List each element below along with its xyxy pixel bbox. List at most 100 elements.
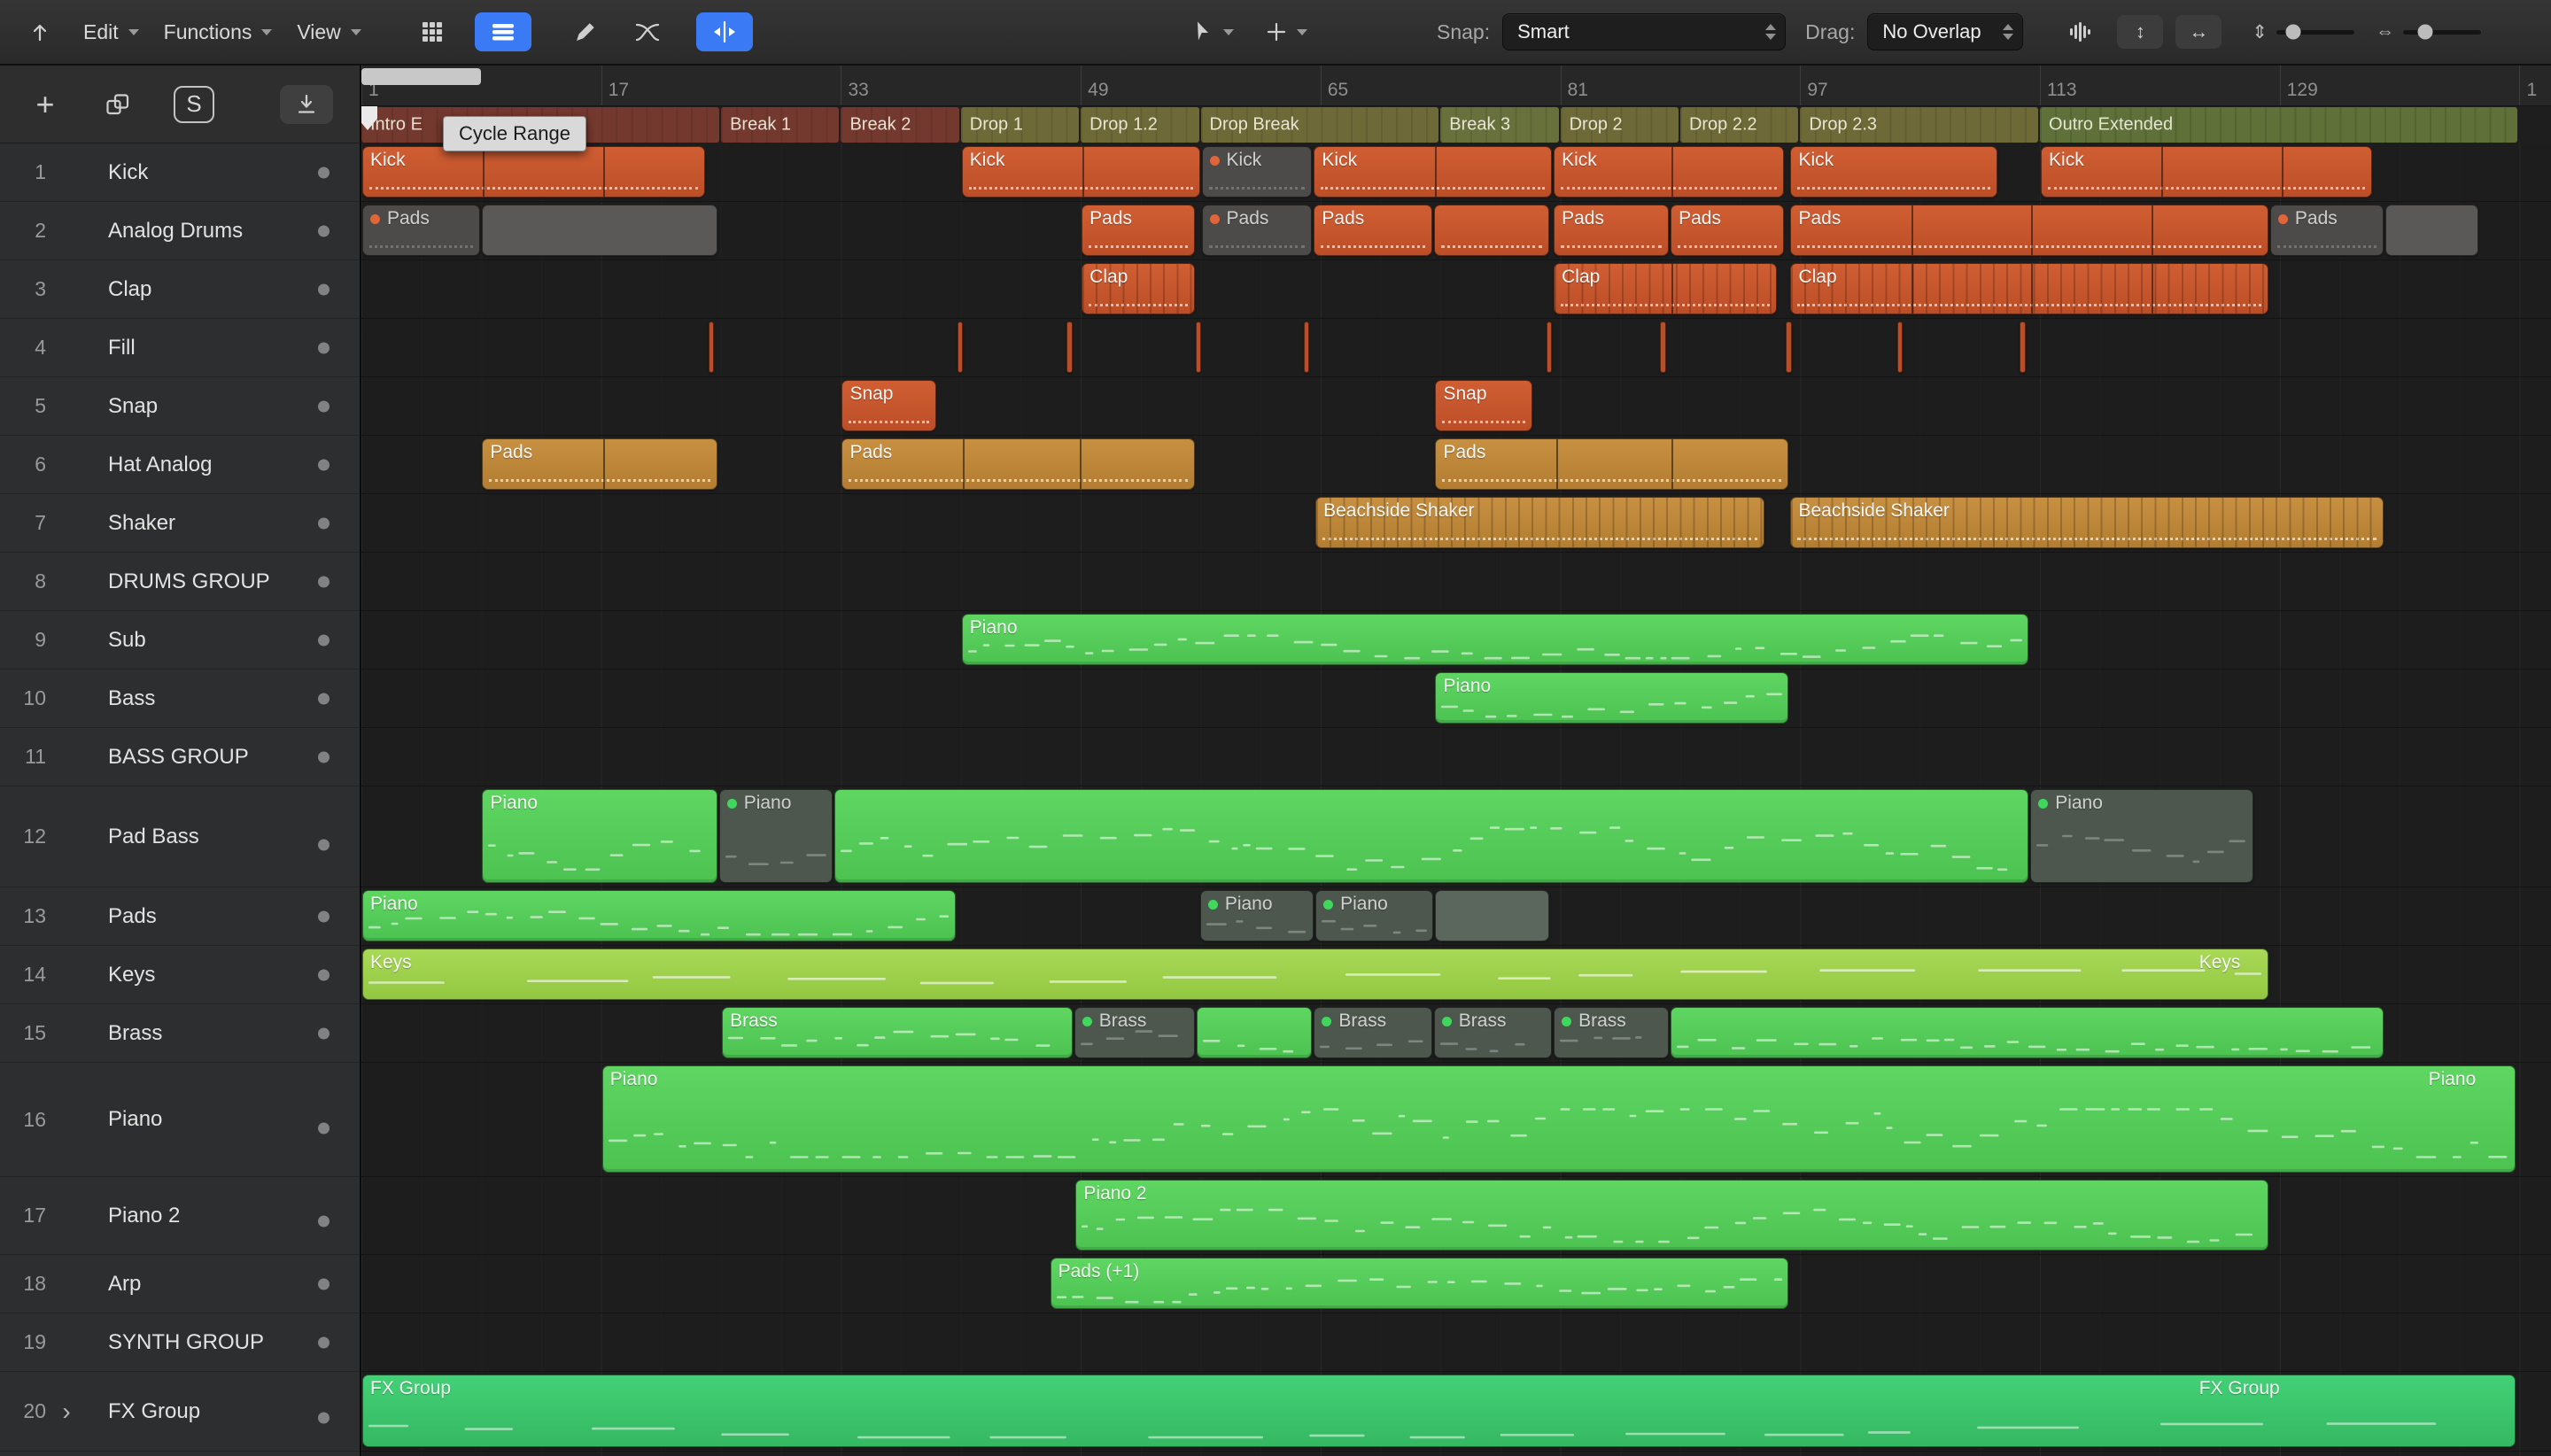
- region-piano[interactable]: Piano Piano: [601, 1065, 2516, 1173]
- collapse-tracks-button[interactable]: [280, 84, 333, 124]
- region-pads-1-[interactable]: Pads (+1): [1050, 1258, 1789, 1309]
- arrangement-marker[interactable]: Break 2: [841, 107, 959, 143]
- region-kick[interactable]: Kick: [961, 146, 1200, 197]
- arrangement-marker[interactable]: Drop 1.2: [1081, 107, 1199, 143]
- track-state-dot[interactable]: [318, 342, 330, 353]
- track-state-dot[interactable]: [318, 693, 330, 704]
- region-audio[interactable]: [1433, 205, 1549, 256]
- track-state-dot[interactable]: [318, 517, 330, 529]
- region-midi[interactable]: [1197, 1007, 1313, 1058]
- region-beachside-shaker[interactable]: Beachside Shaker: [1315, 497, 1765, 548]
- snap-select[interactable]: Smart: [1502, 13, 1787, 50]
- region-audio-muted-light[interactable]: [2385, 205, 2478, 256]
- slider-track[interactable]: [2276, 24, 2354, 40]
- region-fill[interactable]: [957, 321, 964, 373]
- track-header-row[interactable]: 6 Hat Analog: [0, 436, 360, 494]
- track-header-row[interactable]: 14 Keys: [0, 946, 360, 1004]
- track-state-dot[interactable]: [318, 283, 330, 295]
- region-clap[interactable]: Clap: [1790, 263, 2268, 314]
- track-state-dot[interactable]: [318, 1027, 330, 1039]
- track-state-dot[interactable]: [318, 839, 330, 851]
- region-kick[interactable]: Kick: [362, 146, 706, 197]
- arrangement-marker[interactable]: Break 1: [721, 107, 840, 143]
- arrangement-marker[interactable]: Drop 2.3: [1800, 107, 2039, 143]
- region-snap[interactable]: Snap: [841, 380, 936, 431]
- track-header-row[interactable]: 1 Kick: [0, 143, 360, 202]
- track-state-dot[interactable]: [318, 225, 330, 236]
- region-piano[interactable]: Piano: [718, 789, 833, 883]
- track-state-dot[interactable]: [318, 751, 330, 763]
- track-header-row[interactable]: 5 Snap: [0, 377, 360, 436]
- track-header-row[interactable]: 7 Shaker: [0, 494, 360, 553]
- track-state-dot[interactable]: [318, 910, 330, 922]
- waveform-zoom-button[interactable]: [2057, 11, 2105, 53]
- slider-knob[interactable]: [2285, 24, 2301, 40]
- arrangement-marker[interactable]: Break 3: [1440, 107, 1559, 143]
- region-pads[interactable]: Pads: [1435, 438, 1789, 490]
- track-state-dot[interactable]: [318, 1122, 330, 1135]
- region-pads[interactable]: Pads: [1790, 205, 2268, 256]
- vertical-zoom-slider[interactable]: ⇕: [2252, 21, 2354, 43]
- region-pads[interactable]: Pads: [2269, 205, 2384, 256]
- region-pads[interactable]: Pads: [482, 438, 717, 490]
- secondary-tool-selector[interactable]: [1260, 21, 1313, 43]
- region-fill[interactable]: [1066, 321, 1073, 373]
- region-audio-muted-light[interactable]: [482, 205, 717, 256]
- region-fill[interactable]: [1303, 321, 1310, 373]
- arrangement-marker[interactable]: Drop 2.2: [1679, 107, 1799, 143]
- pointer-tool-selector[interactable]: [1187, 20, 1239, 43]
- region-piano[interactable]: Piano: [482, 789, 717, 883]
- track-state-dot[interactable]: [318, 576, 330, 587]
- track-state-dot[interactable]: [318, 167, 330, 178]
- track-state-dot[interactable]: [318, 634, 330, 646]
- region-fill[interactable]: [1786, 321, 1792, 373]
- track-lane[interactable]: [361, 728, 2551, 786]
- region-piano-2[interactable]: Piano 2: [1075, 1180, 2268, 1251]
- region-piano[interactable]: Piano: [1435, 672, 1789, 724]
- track-state-dot[interactable]: [318, 969, 330, 980]
- track-state-dot[interactable]: [318, 400, 330, 412]
- list-view-button[interactable]: [474, 12, 531, 51]
- region-pads[interactable]: Pads: [362, 205, 481, 256]
- arrangement-marker[interactable]: Drop 2: [1560, 107, 1679, 143]
- region-kick[interactable]: Kick: [2041, 146, 2372, 197]
- region-piano[interactable]: Piano: [1315, 890, 1434, 941]
- arrangement-marker[interactable]: Outro Extended: [2040, 107, 2518, 143]
- up-arrow-button[interactable]: [16, 11, 64, 53]
- region-kick[interactable]: Kick: [1554, 146, 1785, 197]
- region-clap[interactable]: Clap: [1082, 263, 1196, 314]
- vertical-zoom-button[interactable]: ↕: [2117, 15, 2164, 49]
- track-header-row[interactable]: 17 Piano 2: [0, 1177, 360, 1255]
- region-pads[interactable]: Pads: [841, 438, 1196, 490]
- region-pads[interactable]: Pads: [1554, 205, 1670, 256]
- track-header-row[interactable]: 20 › FX Group: [0, 1372, 360, 1452]
- track-lane[interactable]: [361, 319, 2551, 377]
- region-beachside-shaker[interactable]: Beachside Shaker: [1790, 497, 2384, 548]
- slider-track[interactable]: [2402, 24, 2481, 40]
- track-header-row[interactable]: 18 Arp: [0, 1255, 360, 1313]
- drag-select[interactable]: No Overlap: [1867, 13, 2024, 50]
- track-state-dot[interactable]: [318, 1278, 330, 1289]
- track-header-row[interactable]: 13 Pads: [0, 887, 360, 946]
- region-kick[interactable]: Kick: [1201, 146, 1313, 197]
- track-header-row[interactable]: 10 Bass: [0, 670, 360, 728]
- track-lane[interactable]: [361, 1313, 2551, 1372]
- track-state-dot[interactable]: [318, 459, 330, 470]
- region-midi[interactable]: [834, 789, 2029, 883]
- region-kick[interactable]: Kick: [1790, 146, 1997, 197]
- bar-ruler[interactable]: 1 17 33 49 65 81 97 113 129 1: [361, 66, 2551, 106]
- region-fill[interactable]: [1195, 321, 1202, 373]
- crossfade-button[interactable]: [624, 11, 671, 53]
- region-piano[interactable]: Piano: [2030, 789, 2253, 883]
- menu-edit[interactable]: Edit: [78, 20, 144, 44]
- pencil-tool-button[interactable]: [562, 11, 609, 53]
- track-header-row[interactable]: 3 Clap: [0, 260, 360, 319]
- track-lane[interactable]: [361, 553, 2551, 611]
- track-header-row[interactable]: 16 Piano: [0, 1063, 360, 1177]
- slider-knob[interactable]: [2417, 24, 2433, 40]
- track-header-row[interactable]: 11 BASS GROUP: [0, 728, 360, 786]
- grid-view-button[interactable]: [404, 12, 461, 51]
- region-brass[interactable]: Brass: [1074, 1007, 1196, 1058]
- disclosure-chevron-icon[interactable]: ›: [51, 1398, 81, 1424]
- region-fill[interactable]: [1660, 321, 1666, 373]
